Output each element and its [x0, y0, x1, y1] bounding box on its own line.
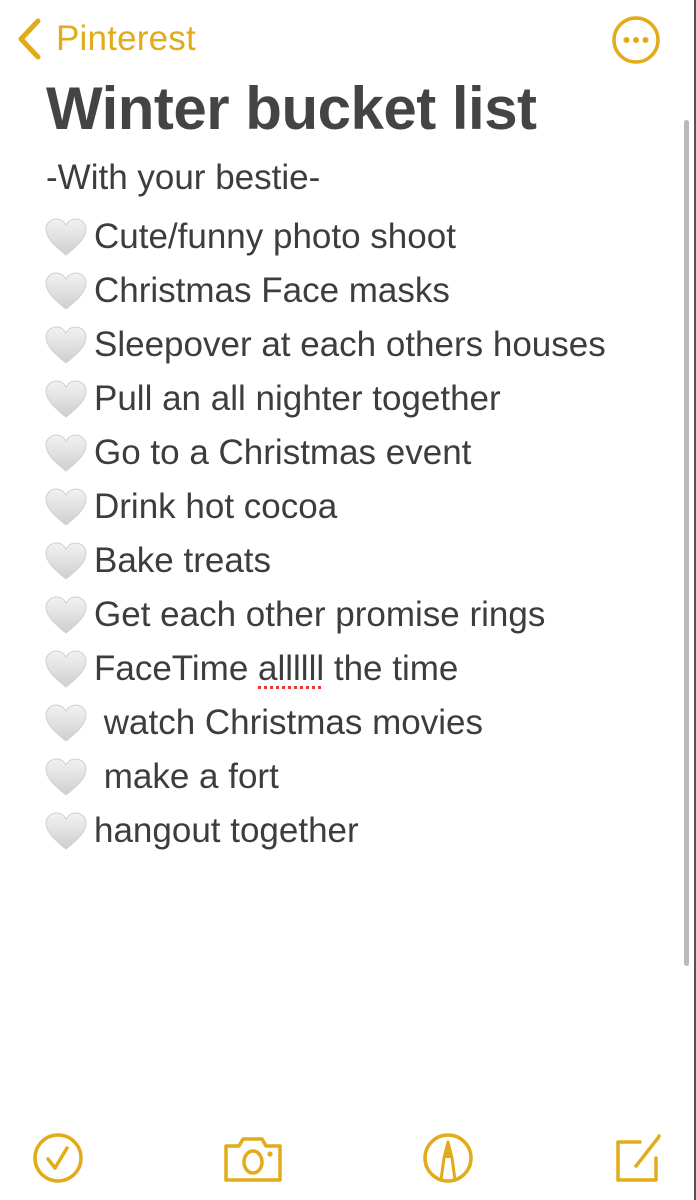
- more-options-button[interactable]: [611, 15, 661, 65]
- list-item-text: Go to a Christmas event: [94, 433, 472, 472]
- checklist-button[interactable]: [30, 1130, 86, 1186]
- white-heart-icon: [44, 595, 88, 635]
- white-heart-icon: [44, 487, 88, 527]
- markup-button[interactable]: [420, 1130, 476, 1186]
- list-item[interactable]: Christmas Face masks: [44, 264, 606, 318]
- list-item[interactable]: hangout together: [44, 804, 606, 858]
- list-item[interactable]: Go to a Christmas event: [44, 426, 606, 480]
- misspelled-word[interactable]: allllll: [258, 649, 324, 688]
- compose-button[interactable]: [610, 1130, 666, 1186]
- list-item[interactable]: Get each other promise rings: [44, 588, 606, 642]
- text-segment: FaceTime: [94, 649, 259, 688]
- list-item[interactable]: watch Christmas movies: [44, 696, 606, 750]
- vertical-scrollbar[interactable]: [684, 120, 689, 966]
- list-item-text: watch Christmas movies: [94, 703, 483, 742]
- white-heart-icon: [44, 379, 88, 419]
- text-segment: the time: [324, 649, 459, 688]
- white-heart-icon: [44, 703, 88, 743]
- chevron-left-icon: [18, 18, 41, 60]
- list-item[interactable]: Cute/funny photo shoot: [44, 210, 606, 264]
- camera-icon: [224, 1137, 282, 1182]
- markup-pen-icon: [423, 1133, 473, 1183]
- list-item-text: Cute/funny photo shoot: [94, 217, 456, 256]
- note-title[interactable]: Winter bucket list: [46, 74, 537, 143]
- back-label: Pinterest: [56, 19, 196, 58]
- list-item-text: Drink hot cocoa: [94, 487, 338, 526]
- list-item-text: hangout together: [94, 811, 359, 850]
- white-heart-icon: [44, 217, 88, 257]
- white-heart-icon: [44, 271, 88, 311]
- list-item[interactable]: Drink hot cocoa: [44, 480, 606, 534]
- list-item-text: FaceTime allllll the time: [94, 649, 458, 689]
- list-item-text: Get each other promise rings: [94, 595, 546, 634]
- list-item[interactable]: Pull an all nighter together: [44, 372, 606, 426]
- bucket-list[interactable]: Cute/funny photo shoot Christmas Face ma…: [44, 210, 606, 858]
- white-heart-icon: [44, 649, 88, 689]
- white-heart-icon: [44, 757, 88, 797]
- list-item-text: Sleepover at each others houses: [94, 325, 606, 364]
- list-item[interactable]: Sleepover at each others houses: [44, 318, 606, 372]
- white-heart-icon: [44, 433, 88, 473]
- checklist-icon: [33, 1133, 83, 1183]
- white-heart-icon: [44, 325, 88, 365]
- ellipsis-circle-icon: [612, 16, 660, 64]
- white-heart-icon: [44, 811, 88, 851]
- list-item-text: Bake treats: [94, 541, 272, 580]
- list-item[interactable]: make a fort: [44, 750, 606, 804]
- white-heart-icon: [44, 541, 88, 581]
- list-item-text: make a fort: [94, 757, 279, 796]
- list-item-text: Christmas Face masks: [94, 271, 450, 310]
- bottom-toolbar: [0, 1120, 696, 1200]
- back-button[interactable]: Pinterest: [16, 16, 196, 62]
- camera-button[interactable]: [222, 1130, 284, 1186]
- list-item-text: Pull an all nighter together: [94, 379, 501, 418]
- compose-icon: [616, 1134, 661, 1182]
- list-item[interactable]: Bake treats: [44, 534, 606, 588]
- list-item[interactable]: FaceTime allllll the time: [44, 642, 606, 696]
- navigation-bar: Pinterest: [0, 0, 696, 78]
- note-subtitle[interactable]: -With your bestie-: [46, 158, 320, 198]
